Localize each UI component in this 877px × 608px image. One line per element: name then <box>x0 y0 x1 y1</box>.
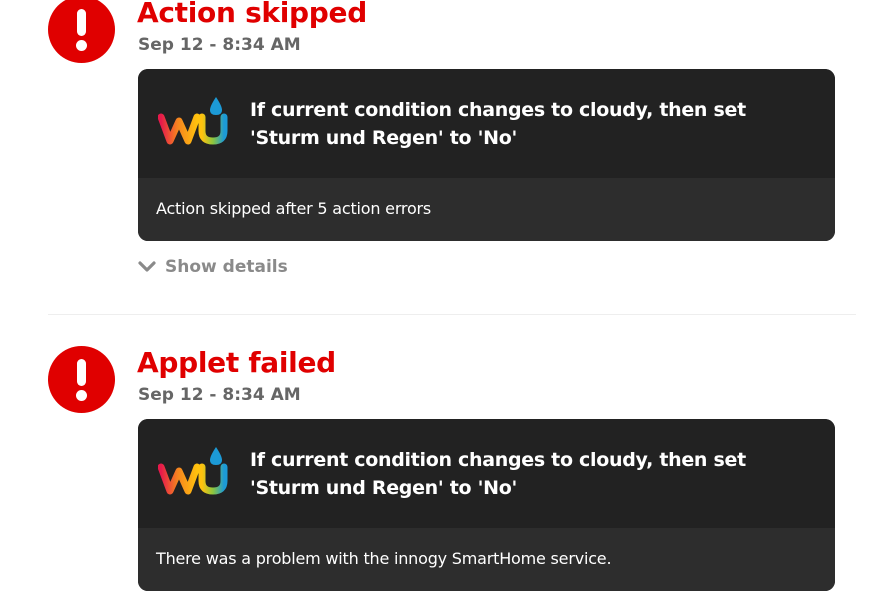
event-title: Action skipped <box>137 0 367 29</box>
event-title: Applet failed <box>137 346 336 379</box>
applet-card-header: If current condition changes to cloudy, … <box>138 419 835 528</box>
applet-title: If current condition changes to cloudy, … <box>250 99 746 149</box>
applet-card-footer: There was a problem with the innogy Smar… <box>138 528 835 591</box>
weather-underground-logo-icon <box>158 97 228 145</box>
event-timestamp: Sep 12 - 8:34 AM <box>138 385 301 405</box>
applet-card[interactable]: If current condition changes to cloudy, … <box>138 419 835 591</box>
event-message: There was a problem with the innogy Smar… <box>156 549 612 568</box>
applet-title: If current condition changes to cloudy, … <box>250 449 746 499</box>
event-divider <box>48 314 856 315</box>
applet-card-footer: Action skipped after 5 action errors <box>138 178 835 241</box>
applet-card-header: If current condition changes to cloudy, … <box>138 69 835 178</box>
chevron-down-icon <box>138 261 156 272</box>
show-details-toggle[interactable]: Show details <box>138 254 288 280</box>
alert-icon <box>48 0 115 63</box>
weather-underground-logo-icon <box>158 447 228 495</box>
event-timestamp: Sep 12 - 8:34 AM <box>138 35 301 55</box>
show-details-label: Show details <box>165 257 288 277</box>
applet-card[interactable]: If current condition changes to cloudy, … <box>138 69 835 241</box>
event-message: Action skipped after 5 action errors <box>156 199 432 218</box>
alert-icon <box>48 346 115 413</box>
